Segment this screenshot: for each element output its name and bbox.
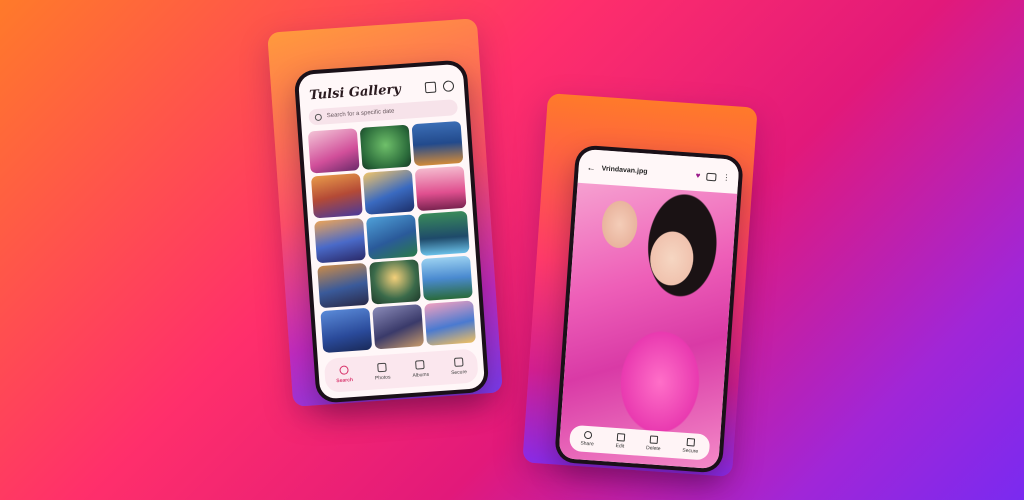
lock-icon: [686, 437, 696, 447]
viewer-screen: ← Vrindavan.jpg ♥ ⋮ Share Edit Delete Se…: [558, 148, 740, 470]
search-icon: [314, 113, 323, 121]
nav-label: Photos: [374, 374, 391, 382]
lens-icon[interactable]: [706, 172, 717, 181]
photo-thumbnail[interactable]: [365, 214, 418, 260]
share-button[interactable]: Share: [580, 430, 594, 448]
nav-albums[interactable]: Albums: [411, 360, 429, 379]
nav-label: Secure: [450, 369, 468, 377]
nav-search[interactable]: Search: [335, 365, 353, 384]
phone-gallery: Tulsi Gallery Search for a specific date: [293, 59, 490, 404]
delete-button[interactable]: Delete: [646, 435, 662, 452]
secure-button[interactable]: Secure: [682, 437, 699, 455]
action-label: Edit: [615, 443, 625, 450]
photo-thumbnail[interactable]: [362, 169, 415, 215]
photo-thumbnail[interactable]: [307, 128, 360, 174]
favorite-heart-icon[interactable]: ♥: [695, 170, 700, 179]
viewer-title-group: ← Vrindavan.jpg: [586, 162, 648, 176]
more-options-icon[interactable]: ⋮: [722, 172, 731, 182]
file-name: Vrindavan.jpg: [601, 165, 648, 176]
nav-secure[interactable]: Secure: [450, 357, 467, 376]
nav-photos[interactable]: Photos: [374, 362, 391, 382]
photo-thumbnail[interactable]: [424, 300, 476, 346]
select-icon[interactable]: [424, 81, 437, 94]
photo-thumbnail[interactable]: [359, 124, 412, 170]
settings-icon[interactable]: [442, 80, 455, 93]
photo-thumbnail[interactable]: [314, 217, 366, 264]
photo-thumbnail[interactable]: [317, 262, 370, 309]
search-placeholder: Search for a specific date: [326, 108, 395, 120]
search-icon: [339, 365, 349, 375]
viewer-header-icons: ♥ ⋮: [695, 170, 731, 182]
share-icon: [583, 430, 592, 440]
photo-thumbnail[interactable]: [411, 120, 464, 167]
viewer-header: ← Vrindavan.jpg ♥ ⋮: [578, 148, 740, 187]
gallery-screen: Tulsi Gallery Search for a specific date: [297, 63, 486, 400]
photo-thumbnail[interactable]: [310, 173, 363, 219]
nav-label: Albums: [412, 371, 430, 379]
action-label: Share: [580, 440, 594, 448]
app-title: Tulsi Gallery: [308, 82, 402, 104]
photo-thumbnail[interactable]: [369, 259, 421, 305]
phone-viewer: ← Vrindavan.jpg ♥ ⋮ Share Edit Delete Se…: [554, 144, 744, 474]
lock-icon: [453, 357, 464, 367]
nav-label: Search: [336, 377, 354, 385]
action-label: Secure: [682, 447, 699, 455]
photo-thumbnail[interactable]: [420, 255, 473, 301]
header-icons: [424, 80, 455, 94]
photo-thumbnail[interactable]: [372, 304, 425, 350]
action-label: Delete: [645, 445, 661, 453]
photos-icon: [377, 362, 387, 373]
photo-thumbnail[interactable]: [414, 165, 467, 212]
trash-icon: [649, 435, 659, 444]
edit-button[interactable]: Edit: [615, 433, 625, 450]
photo-thumbnail[interactable]: [417, 210, 470, 257]
back-arrow-icon[interactable]: ←: [586, 162, 596, 173]
photo-grid: [302, 120, 482, 354]
photo-thumbnail[interactable]: [320, 307, 373, 354]
albums-icon: [415, 360, 425, 370]
bottom-navigation: Search Photos Albums Secure: [323, 348, 479, 393]
edit-icon: [616, 433, 625, 442]
